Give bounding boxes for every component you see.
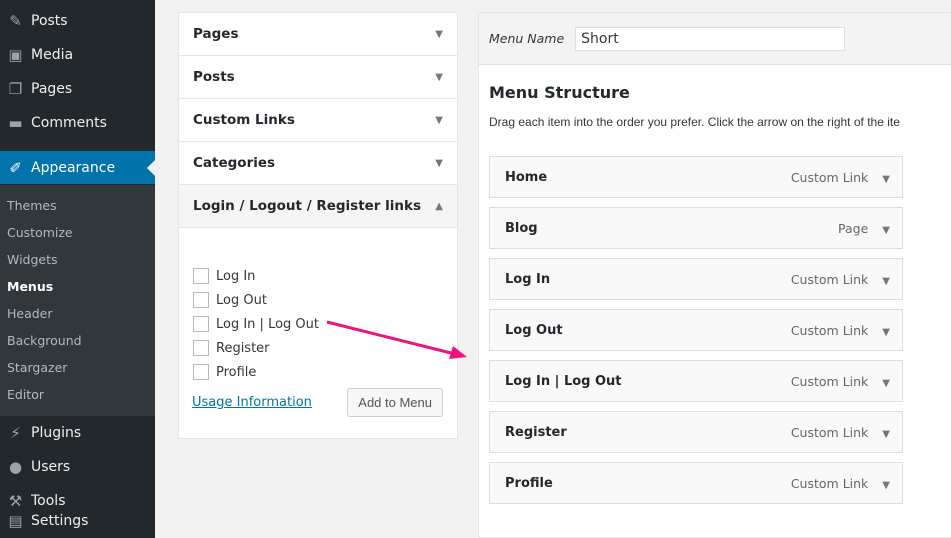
arrow-line [326,320,456,356]
annotation-arrow [326,320,467,359]
arrow-head [449,346,467,359]
